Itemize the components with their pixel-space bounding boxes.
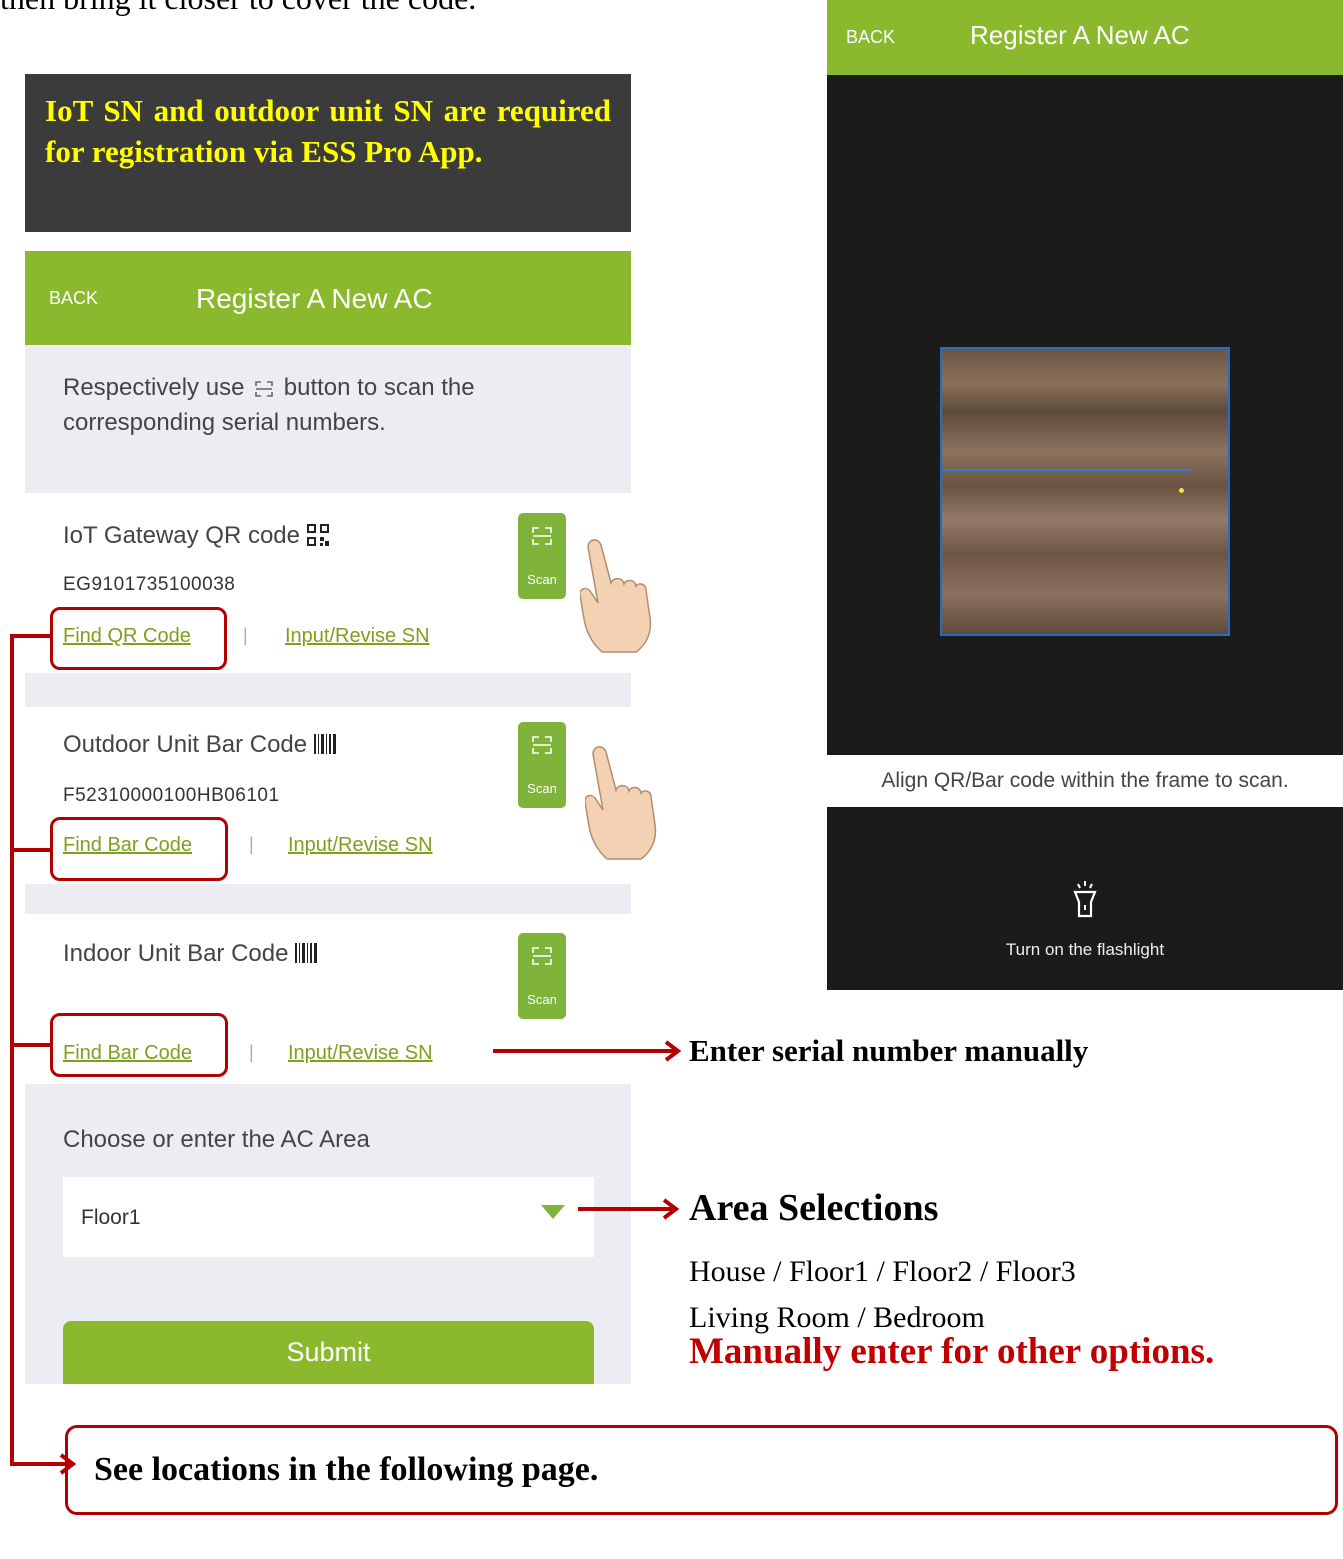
instruction-panel: Respectively use button to scan the corr… — [25, 345, 631, 493]
scan-viewfinder — [940, 347, 1230, 636]
submit-button[interactable]: Submit — [63, 1321, 594, 1384]
outdoor-scan-button[interactable]: Scan — [518, 722, 566, 808]
pointing-hand-icon — [584, 732, 665, 862]
intro-text: then bring it closer to cover the code. — [0, 0, 476, 17]
bracket-line — [10, 634, 52, 638]
registration-note: IoT SN and outdoor unit SN are required … — [25, 74, 631, 232]
area-options-line1: House / Floor1 / Floor2 / Floor3 — [689, 1255, 1076, 1288]
focus-dot — [1179, 488, 1184, 493]
bracket-line — [10, 848, 52, 852]
find-bar-highlight — [50, 817, 228, 881]
bracket-line — [10, 634, 14, 1464]
scan-icon — [532, 527, 552, 545]
section-divider — [25, 884, 631, 914]
section-divider — [25, 673, 631, 707]
link-separator: | — [249, 834, 254, 854]
area-selections-heading: Area Selections — [689, 1187, 939, 1229]
outdoor-serial-number: F52310000100HB06101 — [63, 785, 280, 806]
scan-frame-icon — [255, 372, 273, 397]
scan-icon — [532, 736, 552, 754]
page-title: Register A New AC — [196, 283, 433, 314]
area-select[interactable]: Floor1 — [63, 1177, 594, 1257]
scanner-back-button[interactable]: BACK — [846, 27, 895, 48]
manual-entry-label: Enter serial number manually — [689, 1033, 1089, 1068]
iot-scan-button[interactable]: Scan — [518, 513, 566, 599]
indoor-label: Indoor Unit Bar Code — [63, 940, 318, 968]
arrow-head-icon — [662, 1198, 680, 1220]
link-separator: | — [249, 1042, 254, 1062]
outdoor-input-revise-link[interactable]: Input/Revise SN — [288, 834, 433, 857]
iot-serial-number: EG9101735100038 — [63, 574, 236, 595]
instruction-text: Respectively use button to scan the corr… — [63, 372, 475, 436]
area-select-value: Floor1 — [81, 1206, 141, 1229]
scan-hint: Align QR/Bar code within the frame to sc… — [827, 755, 1343, 807]
pointing-hand-icon — [579, 525, 660, 655]
manual-other-note: Manually enter for other options. — [689, 1331, 1215, 1372]
barcode-icon — [295, 942, 318, 963]
barcode-icon — [313, 733, 336, 754]
outdoor-label: Outdoor Unit Bar Code — [63, 731, 336, 759]
find-bar-highlight — [50, 1013, 228, 1077]
arrow-head-icon — [664, 1040, 682, 1062]
indoor-scan-button[interactable]: Scan — [518, 933, 566, 1019]
back-button[interactable]: BACK — [49, 288, 98, 309]
scanner-title: Register A New AC — [970, 20, 1190, 50]
scan-icon — [532, 947, 552, 965]
flashlight-label[interactable]: Turn on the flashlight — [827, 940, 1343, 960]
dropdown-arrow-icon — [541, 1205, 565, 1224]
qr-code-icon — [306, 524, 329, 546]
manual-entry-arrow — [493, 1049, 678, 1053]
scanner-header: BACK Register A New AC — [827, 0, 1343, 75]
iot-label: IoT Gateway QR code — [63, 522, 329, 550]
area-label: Choose or enter the AC Area — [63, 1126, 370, 1153]
iot-input-revise-link[interactable]: Input/Revise SN — [285, 625, 430, 648]
bracket-line — [10, 1043, 52, 1047]
find-qr-highlight — [50, 607, 227, 670]
app-header: BACK Register A New AC — [25, 251, 631, 345]
scan-line — [942, 469, 1192, 471]
link-separator: | — [243, 625, 248, 645]
see-locations-note: See locations in the following page. — [65, 1425, 1338, 1515]
flashlight-icon[interactable] — [1070, 880, 1100, 925]
indoor-input-revise-link[interactable]: Input/Revise SN — [288, 1042, 433, 1065]
